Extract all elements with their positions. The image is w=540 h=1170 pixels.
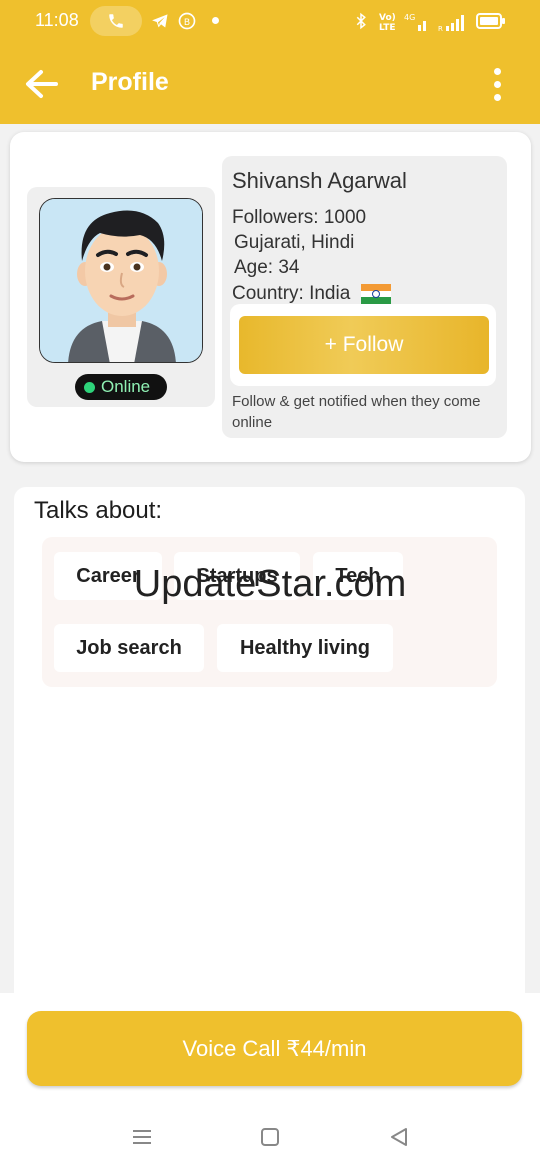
follow-note: Follow & get notified when they come onl… — [232, 393, 481, 431]
profile-name: Shivansh Agarwal — [232, 168, 407, 193]
status-bar: 11:08 B Vo) LTE 4G R — [0, 0, 540, 44]
profile-info: Shivansh Agarwal Followers: 1000 Gujarat… — [222, 156, 507, 438]
svg-text:4G: 4G — [404, 13, 415, 22]
india-flag-icon — [360, 283, 391, 304]
avatar-container: Online — [27, 187, 215, 407]
talks-title: Talks about: — [34, 497, 163, 524]
home-nav-button[interactable] — [256, 1123, 284, 1151]
follow-container: + Follow — [230, 304, 496, 386]
status-badge: Online — [75, 374, 167, 400]
back-triangle-icon — [391, 1128, 407, 1146]
status-time: 11:08 — [35, 10, 79, 30]
tag-startups[interactable]: Startups — [174, 552, 300, 600]
bottom-bar: Voice Call ₹44/min — [0, 993, 540, 1170]
battery-icon — [476, 13, 505, 29]
followers-count: Followers: 1000 — [232, 207, 367, 228]
ongoing-call-pill[interactable] — [90, 6, 142, 36]
avatar-image — [40, 199, 202, 362]
country-row: Country: India — [232, 283, 391, 305]
svg-text:B: B — [184, 17, 190, 28]
tag-healthy-living[interactable]: Healthy living — [217, 624, 393, 672]
back-nav-button[interactable] — [385, 1123, 413, 1151]
volte-icon: Vo)LTE — [379, 13, 396, 33]
home-square-icon — [261, 1128, 279, 1146]
more-vertical-icon — [494, 68, 501, 75]
4g-signal-icon: 4G — [404, 13, 426, 31]
signal-icon: R — [438, 15, 464, 33]
menu-nav-button[interactable] — [128, 1123, 156, 1151]
age: Age: 34 — [234, 257, 300, 278]
svg-text:R: R — [438, 25, 443, 33]
voice-call-button[interactable]: Voice Call ₹44/min — [27, 1011, 522, 1086]
profile-card: Online Shivansh Agarwal Followers: 1000 … — [10, 132, 531, 462]
avatar[interactable] — [39, 198, 203, 363]
arrow-left-icon — [26, 70, 58, 98]
back-button[interactable] — [22, 64, 62, 104]
follow-button[interactable]: + Follow — [239, 316, 489, 374]
languages: Gujarati, Hindi — [234, 232, 355, 253]
more-options-button[interactable] — [484, 64, 512, 104]
tag-career[interactable]: Career — [54, 552, 162, 600]
status-text: Online — [101, 377, 151, 396]
tags-list: Career Startups Tech Job search Healthy … — [42, 537, 497, 687]
bluetooth-icon — [356, 12, 366, 30]
svg-text:Vo): Vo) — [379, 13, 396, 23]
country: Country: India — [232, 283, 351, 304]
page-title: Profile — [91, 68, 169, 96]
phone-icon — [109, 14, 123, 28]
notification-dot-icon — [212, 17, 219, 24]
system-nav-bar — [0, 1113, 540, 1163]
tag-tech[interactable]: Tech — [313, 552, 403, 600]
svg-text:LTE: LTE — [379, 23, 396, 33]
menu-icon — [133, 1130, 151, 1144]
b-circle-icon: B — [178, 12, 196, 30]
telegram-icon — [152, 14, 168, 28]
app-bar: Profile — [0, 44, 540, 124]
online-dot-icon — [84, 381, 95, 393]
talks-about-card: Talks about: Career Startups Tech Job se… — [14, 487, 525, 1017]
tag-job-search[interactable]: Job search — [54, 624, 204, 672]
